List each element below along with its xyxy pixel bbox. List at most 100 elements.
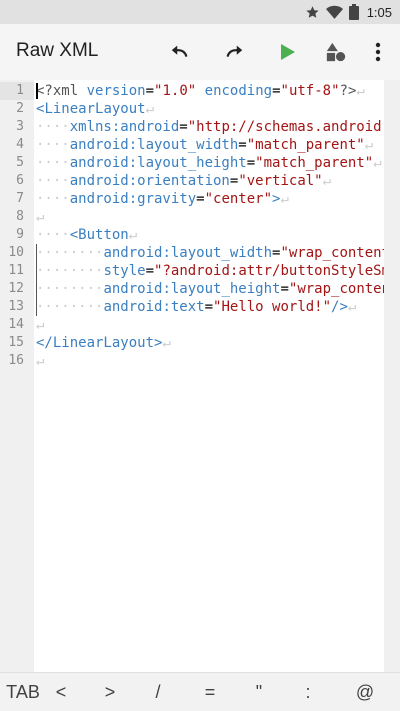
code-editor[interactable]: 1 2 3 4 5 6 7 8 9 10 11 12 13 14 15 16 <?xml version="1… — [0, 80, 400, 672]
code-token: LinearLayout — [52, 335, 155, 351]
code-token: "match_parent" — [255, 155, 374, 171]
key-greater-than[interactable]: > — [92, 673, 128, 711]
line-number: 13 — [8, 299, 24, 314]
wifi-icon — [325, 5, 343, 19]
code-token: ↵ — [347, 299, 357, 315]
battery-icon — [348, 4, 359, 20]
code-line[interactable]: ········style="?android:attr/buttonStyle… — [36, 262, 384, 280]
code-token: ↵ — [36, 209, 45, 225]
code-token: = — [238, 137, 247, 153]
code-token: ↵ — [373, 155, 382, 171]
key-less-than[interactable]: < — [48, 673, 74, 711]
key-equals[interactable]: = — [190, 673, 230, 711]
status-icons: 1:05 — [305, 4, 392, 20]
line-number: 2 — [16, 101, 24, 116]
code-token: ↵ — [128, 227, 138, 243]
shapes-icon — [326, 42, 346, 62]
code-token: ········ — [36, 245, 104, 261]
code-line[interactable]: ····android:layout_width="match_parent"↵ — [36, 136, 384, 154]
code-token: = — [280, 281, 289, 297]
code-line[interactable]: ····<Button↵ — [36, 226, 384, 244]
symbol-keybar: TAB < > / = ": @ — [0, 672, 400, 711]
key-colon[interactable]: : — [288, 673, 328, 711]
code-line[interactable]: ········android:text="Hello world!"/>↵ — [36, 298, 384, 316]
code-token: ···· — [36, 173, 70, 189]
page-title: Raw XML — [16, 40, 99, 61]
redo-button[interactable] — [214, 32, 254, 72]
code-token: android:layout_height — [69, 155, 247, 171]
code-token: ↵ — [36, 317, 45, 333]
indent-guide — [36, 244, 37, 316]
code-line[interactable]: ····xmlns:android="http://schemas.androi… — [36, 118, 384, 136]
code-token: "utf-8" — [280, 83, 340, 99]
star-icon — [306, 5, 319, 18]
key-at[interactable]: @ — [340, 673, 390, 711]
code-token: ↵ — [280, 191, 289, 207]
code-text-area[interactable]: <?xml version="1.0" encoding="utf-8"?>↵ <… — [36, 82, 384, 370]
code-line[interactable]: ↵ — [36, 208, 384, 226]
code-token: "wrap_content" — [280, 245, 384, 261]
redo-icon — [226, 45, 243, 57]
code-token: LinearLayout — [44, 101, 146, 117]
code-token: ↵ — [356, 83, 365, 99]
key-quote[interactable]: " — [238, 673, 280, 711]
key-slash[interactable]: / — [140, 673, 176, 711]
status-bar: 1:05 — [0, 0, 400, 24]
undo-button[interactable] — [160, 32, 200, 72]
code-token: < — [69, 227, 79, 243]
code-token: android:layout_height — [103, 281, 281, 297]
shapes-button[interactable] — [316, 32, 356, 72]
code-line[interactable]: ········android:layout_width="wrap_conte… — [36, 244, 384, 262]
code-token: ···· — [36, 155, 70, 171]
line-number: 9 — [16, 227, 24, 242]
code-token: /> — [331, 299, 348, 315]
code-token: ↵ — [322, 173, 332, 189]
key-tab[interactable]: TAB — [0, 673, 46, 711]
code-token: "?android:attr/buttonStyleSmall" — [154, 263, 384, 279]
code-line[interactable]: <LinearLayout↵ — [36, 100, 384, 118]
code-token: "vertical" — [238, 173, 323, 189]
code-token: ········ — [36, 263, 104, 279]
line-number: 10 — [8, 245, 24, 260]
code-token: "wrap_content" — [288, 281, 384, 297]
line-number: 16 — [8, 353, 24, 368]
code-token: = — [246, 155, 256, 171]
code-token: ········ — [36, 299, 104, 315]
code-line[interactable]: ········android:layout_height="wrap_cont… — [36, 280, 384, 298]
code-token: android:layout_width — [69, 137, 239, 153]
run-button[interactable] — [267, 32, 307, 72]
code-token: android:orientation — [69, 173, 230, 189]
text-caret — [36, 83, 38, 99]
code-line[interactable]: ····android:orientation="vertical"↵ — [36, 172, 384, 190]
code-line[interactable]: ↵ — [36, 316, 384, 334]
code-line[interactable]: </LinearLayout>↵ — [36, 334, 384, 352]
code-token: = — [204, 299, 214, 315]
code-token: android:layout_width — [103, 245, 273, 261]
overflow-menu-button[interactable] — [358, 32, 398, 72]
status-time: 1:05 — [366, 4, 392, 20]
code-line[interactable]: ↵ — [36, 352, 384, 370]
code-token: ···· — [36, 227, 70, 243]
code-token: ↵ — [145, 101, 155, 117]
code-line[interactable]: ····android:gravity="center">↵ — [36, 190, 384, 208]
code-token: <?xml — [36, 83, 79, 99]
code-token: = — [196, 191, 205, 207]
code-token: ↵ — [36, 353, 45, 369]
app-bar: Raw XML — [0, 24, 400, 80]
code-line[interactable]: ····android:layout_height="match_parent"… — [36, 154, 384, 172]
code-token: ↵ — [162, 335, 171, 351]
code-token: ···· — [36, 137, 70, 153]
undo-icon — [171, 45, 188, 57]
code-token: style — [103, 263, 146, 279]
code-token: ········ — [36, 281, 104, 297]
code-line[interactable]: <?xml version="1.0" encoding="utf-8"?>↵ — [36, 82, 384, 100]
code-token: ?> — [339, 83, 357, 99]
line-number: 8 — [16, 209, 24, 224]
editor-scrollbar[interactable] — [384, 80, 400, 672]
code-token: "1.0" — [154, 83, 197, 99]
code-token: = — [145, 83, 155, 99]
code-token: ···· — [36, 191, 70, 207]
code-token: = — [272, 83, 281, 99]
code-token: = — [145, 263, 155, 279]
